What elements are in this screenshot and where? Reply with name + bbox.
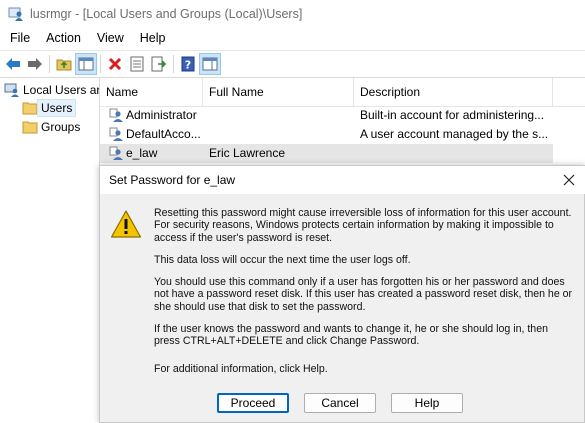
cell-description: Built-in account for administering... (360, 108, 545, 122)
cancel-button[interactable]: Cancel (304, 393, 376, 413)
svg-text:?: ? (185, 59, 191, 72)
warning-icon (110, 210, 142, 238)
up-folder-icon (56, 59, 72, 71)
data-loss-paragraph: This data loss will occur the next time … (154, 254, 574, 266)
cell-full-name (209, 106, 349, 125)
tree-item-label: Users (36, 99, 77, 117)
warning-paragraph: Resetting this password might cause irre… (154, 207, 574, 244)
show-hide-action-pane-icon (202, 57, 218, 71)
forward-arrow-icon (28, 58, 42, 70)
menu-file[interactable]: File (0, 31, 38, 45)
menu-help[interactable]: Help (132, 31, 174, 45)
menu-bar: File Action View Help (0, 28, 585, 48)
user-account-icon (109, 108, 123, 122)
tree-item-users[interactable]: Users (22, 99, 77, 117)
close-icon (563, 174, 575, 186)
table-row[interactable]: DefaultAcco... A user account managed by… (100, 125, 553, 144)
paragraph-line: This data loss will occur the next time … (154, 254, 411, 266)
help-button[interactable]: ? (177, 53, 199, 75)
users-mmc-icon (8, 7, 23, 21)
cell-full-name: Eric Lawrence (209, 146, 286, 160)
paragraph-line: If the user knows the password and wants… (154, 323, 548, 335)
delete-button[interactable] (104, 53, 126, 75)
paragraph-line: not have a password reset disk. If this … (154, 288, 573, 301)
show-hide-action-pane-button[interactable] (199, 53, 221, 75)
cell-name: Administrator (126, 108, 197, 122)
change-password-paragraph: If the user knows the password and wants… (154, 323, 574, 348)
help-dialog-button[interactable]: Help (391, 393, 463, 413)
properties-button[interactable] (126, 53, 148, 75)
up-one-level-button[interactable] (53, 53, 75, 75)
menu-action[interactable]: Action (38, 31, 89, 45)
column-header-description[interactable]: Description (354, 78, 553, 106)
export-list-icon (151, 56, 167, 72)
cell-description: A user account managed by the s... (360, 127, 549, 141)
window-titlebar: lusrmgr - [Local Users and Groups (Local… (0, 0, 585, 28)
computer-users-icon (4, 83, 19, 97)
user-account-icon (109, 146, 123, 160)
back-button[interactable] (2, 53, 24, 75)
dialog-close-button[interactable] (560, 171, 578, 189)
folder-icon (22, 121, 38, 134)
cell-description (360, 144, 552, 163)
cell-full-name (209, 125, 349, 144)
export-list-button[interactable] (148, 53, 170, 75)
show-hide-console-tree-button[interactable] (75, 53, 97, 75)
user-account-icon (109, 127, 123, 141)
toolbar-separator (49, 55, 50, 73)
back-arrow-icon (6, 58, 20, 70)
toolbar-separator (100, 55, 101, 73)
table-row[interactable]: Administrator Built-in account for admin… (100, 106, 553, 125)
table-row[interactable]: e_law Eric Lawrence (100, 144, 553, 163)
column-header-full-name[interactable]: Full Name (203, 78, 354, 106)
paragraph-line: You should use this command only if a us… (154, 276, 565, 288)
set-password-dialog: Set Password for e_law Resetting this pa… (99, 165, 585, 423)
dialog-title: Set Password for e_law (109, 173, 236, 187)
paragraph-line: she should use that disk to set the pass… (154, 300, 366, 313)
help-icon: ? (181, 56, 195, 72)
tree-item-label: Groups (41, 120, 81, 134)
tree-root-label: Local Users ar (23, 83, 100, 97)
cell-name: e_law (126, 146, 158, 160)
window-title: lusrmgr - [Local Users and Groups (Local… (30, 7, 303, 21)
list-header: Name Full Name Description (100, 78, 585, 107)
folder-icon (22, 102, 38, 115)
forward-button[interactable] (24, 53, 46, 75)
proceed-button[interactable]: Proceed (217, 393, 289, 413)
cell-name: DefaultAcco... (126, 127, 201, 141)
menu-view[interactable]: View (89, 31, 132, 45)
paragraph-line: press CTRL+ALT+DELETE and click Change P… (154, 335, 420, 348)
paragraph-line: access if the user's password is reset. (154, 231, 333, 244)
column-header-name[interactable]: Name (100, 78, 203, 106)
reset-disk-paragraph: You should use this command only if a us… (154, 276, 574, 313)
paragraph-line: For security reasons, Windows protects c… (154, 219, 554, 232)
console-tree: Local Users ar Users Groups (0, 78, 100, 423)
delete-x-icon (108, 57, 122, 71)
help-info-paragraph: For additional information, click Help. (154, 363, 574, 375)
paragraph-line: For additional information, click Help. (154, 363, 328, 375)
show-hide-tree-icon (78, 57, 94, 71)
toolbar-separator (173, 55, 174, 73)
tree-root-local-users-and-groups[interactable]: Local Users ar (4, 81, 100, 99)
paragraph-line: Resetting this password might cause irre… (154, 207, 572, 219)
toolbar: ? (0, 50, 585, 78)
tree-item-groups[interactable]: Groups (22, 118, 83, 136)
properties-icon (130, 56, 144, 72)
dialog-titlebar: Set Password for e_law (100, 166, 585, 194)
